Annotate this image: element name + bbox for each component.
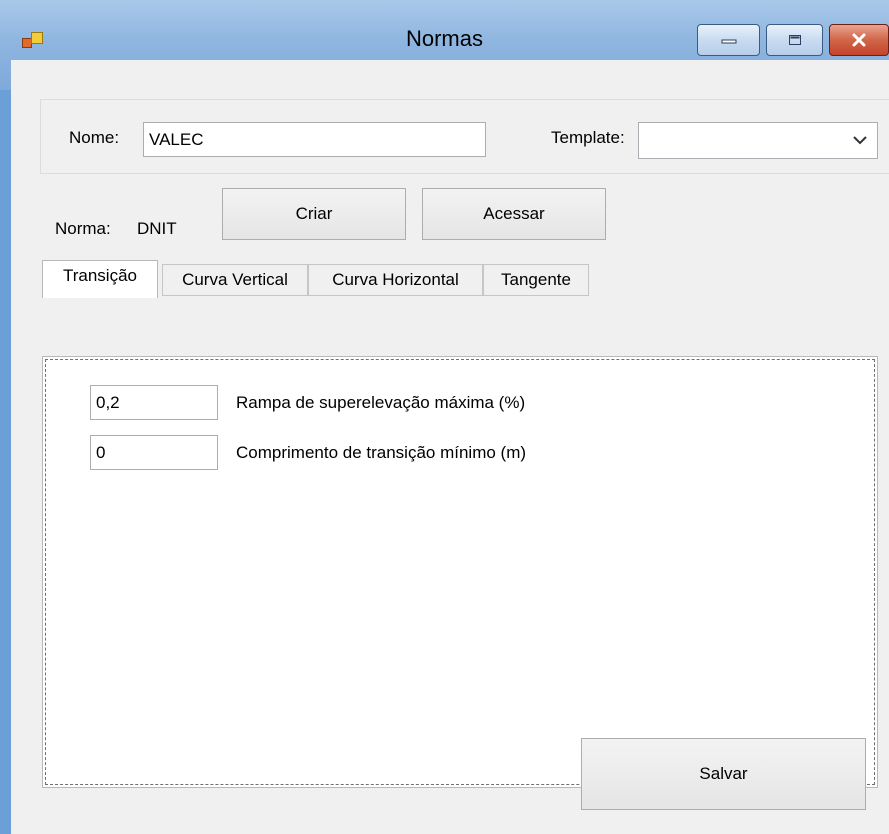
norma-value: DNIT xyxy=(137,219,177,238)
close-icon xyxy=(852,33,866,47)
close-button[interactable] xyxy=(829,24,889,56)
chevron-down-icon xyxy=(853,136,867,145)
norma-label: Norma: xyxy=(55,219,111,238)
nome-input[interactable] xyxy=(143,122,486,157)
name-group: Nome: Template: xyxy=(40,99,889,174)
tab-curva-horizontal[interactable]: Curva Horizontal xyxy=(308,264,483,296)
maximize-button[interactable] xyxy=(766,24,823,56)
rampa-input[interactable] xyxy=(90,385,218,420)
acessar-button[interactable]: Acessar xyxy=(422,188,606,240)
criar-button[interactable]: Criar xyxy=(222,188,406,240)
template-label: Template: xyxy=(551,128,625,147)
tab-transicao[interactable]: Transição xyxy=(42,260,158,298)
salvar-button[interactable]: Salvar xyxy=(581,738,866,810)
nome-label: Nome: xyxy=(69,128,120,147)
comprimento-input[interactable] xyxy=(90,435,218,470)
template-select[interactable] xyxy=(638,122,878,159)
tab-page-transicao: Rampa de superelevação máxima (%) Compri… xyxy=(42,356,878,788)
rampa-label: Rampa de superelevação máxima (%) xyxy=(236,393,526,412)
client-area: Nome: Template: Norma: DNIT Criar Acessa… xyxy=(11,60,889,834)
comprimento-label: Comprimento de transição mínimo (m) xyxy=(236,443,527,462)
tab-curva-vertical[interactable]: Curva Vertical xyxy=(162,264,308,296)
maximize-icon xyxy=(788,35,801,45)
minimize-icon xyxy=(721,39,736,44)
minimize-button[interactable] xyxy=(697,24,760,56)
tab-tangente[interactable]: Tangente xyxy=(483,264,589,296)
